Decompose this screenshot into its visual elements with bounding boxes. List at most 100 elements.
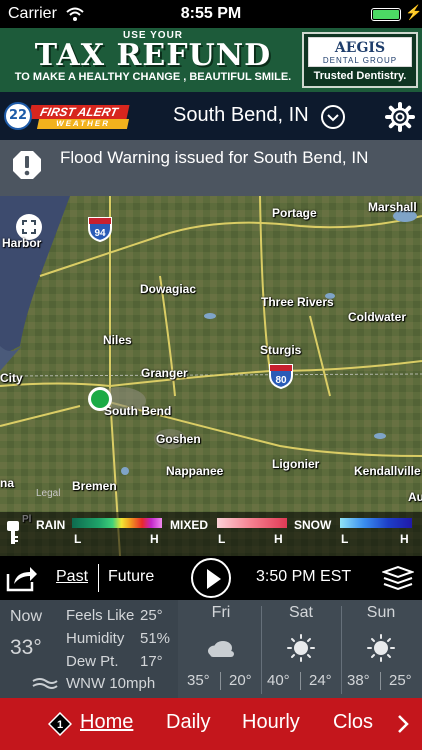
charging-icon: ⚡ xyxy=(405,4,422,20)
legend-snow-low: L xyxy=(341,532,349,546)
forecast-day[interactable]: Sat 40° 24° xyxy=(261,600,341,698)
forecast-high: 35° xyxy=(187,672,210,689)
legend-rain-label: RAIN xyxy=(36,518,66,532)
legend-snow-high: H xyxy=(400,532,409,546)
status-bar: Carrier 8:55 PM ⚡ xyxy=(0,0,422,28)
nav-closings[interactable]: Clos xyxy=(333,711,373,734)
legend-mixed-low: L xyxy=(218,532,226,546)
city-label: Coldwater xyxy=(348,310,407,324)
logo-line1: FIRST ALERT xyxy=(28,105,130,119)
play-icon xyxy=(207,569,221,589)
forecast-day-name: Sun xyxy=(366,604,396,621)
nav-home[interactable]: Home xyxy=(80,711,133,734)
current-temperature: 33° xyxy=(10,636,42,659)
radar-map[interactable]: 94 80 Portage Marshall Harbor Dowagiac T… xyxy=(0,196,422,556)
city-label: Goshen xyxy=(156,432,201,446)
wind-value: WNW 10mph xyxy=(66,675,156,692)
legal-link[interactable]: Legal xyxy=(36,488,60,499)
ad-tagline: TO MAKE A HEALTHY CHANGE , BEAUTIFUL SMI… xyxy=(14,71,292,83)
chevron-right-icon[interactable] xyxy=(396,713,410,735)
forecast-day[interactable]: Sun 38° 25° xyxy=(341,600,421,698)
city-label: Portage xyxy=(272,206,317,220)
city-label: Harbor xyxy=(2,236,42,250)
share-icon[interactable] xyxy=(6,564,38,592)
city-label: Nappanee xyxy=(166,464,224,478)
sunny-icon xyxy=(367,634,395,662)
nav-daily[interactable]: Daily xyxy=(166,711,210,734)
radar-timestamp: 3:50 PM EST xyxy=(256,568,352,585)
radar-controls: Past Future 3:50 PM EST xyxy=(0,556,422,600)
city-label: Sturgis xyxy=(260,343,302,357)
map-terrain xyxy=(0,196,422,556)
forecast-day[interactable]: Fri 35° 20° xyxy=(181,600,261,698)
now-label: Now xyxy=(10,608,43,625)
city-label: Three Rivers xyxy=(261,295,334,309)
city-label: Ligonier xyxy=(272,457,320,471)
nav-hourly[interactable]: Hourly xyxy=(242,711,300,734)
weather-alert-banner[interactable]: Flood Warning issued for South Bend, IN xyxy=(0,140,422,196)
city-label: Bremen xyxy=(72,479,117,493)
interstate-80-icon: 80 xyxy=(269,364,293,389)
humidity-value: 51% xyxy=(140,630,171,647)
dew-point-value: 17° xyxy=(140,653,163,670)
city-label: Marshall xyxy=(368,200,417,214)
legend-mixed-bar xyxy=(217,518,287,528)
ad-brand-sub: DENTAL GROUP xyxy=(322,56,398,65)
wind-icon xyxy=(32,678,58,689)
ad-brand: AEGIS xyxy=(334,40,386,56)
city-label: Dowagiac xyxy=(140,282,197,296)
gear-icon[interactable] xyxy=(385,102,415,132)
humidity-label: Humidity xyxy=(66,630,125,647)
city-label: Au xyxy=(408,490,422,504)
app-header: FIRST ALERT WEATHER 22 South Bend, IN xyxy=(0,92,422,140)
ad-headline: TAX REFUND xyxy=(34,38,272,73)
current-conditions[interactable]: Now 33° Feels Like 25° Humidity 51% Dew … xyxy=(0,600,178,698)
cloudy-icon xyxy=(208,641,234,657)
interstate-80-label: 80 xyxy=(275,375,287,386)
toggle-divider xyxy=(98,564,99,592)
legend-snow-bar xyxy=(340,518,412,528)
ad-text: USE YOUR TAX REFUND TO MAKE A HEALTHY CH… xyxy=(10,30,296,90)
location-selector[interactable]: South Bend, IN xyxy=(173,104,309,127)
future-toggle[interactable]: Future xyxy=(108,568,154,586)
feels-like-label: Feels Like xyxy=(66,607,135,624)
forecast-high: 38° xyxy=(347,672,370,689)
radar-legend: RAIN L H MIXED L H SNOW L H xyxy=(0,512,422,556)
forecast-day-name: Fri xyxy=(211,604,231,621)
logo-line2: WEATHER xyxy=(36,119,130,129)
forecast-low: 24° xyxy=(309,672,332,689)
interstate-94-label: 94 xyxy=(94,228,106,239)
city-label: na xyxy=(0,476,15,490)
legend-rain-low: L xyxy=(74,532,82,546)
ad-logo: AEGIS DENTAL GROUP Trusted Dentistry. xyxy=(302,32,418,88)
interstate-94-icon: 94 xyxy=(88,217,112,242)
city-label: Granger xyxy=(141,366,188,380)
forecast-low: 25° xyxy=(389,672,412,689)
dew-point-label: Dew Pt. xyxy=(66,653,119,670)
legend-mixed-label: MIXED xyxy=(170,518,209,532)
city-label: South Bend xyxy=(104,404,172,418)
key-icon[interactable] xyxy=(6,520,20,546)
svg-text:1: 1 xyxy=(57,719,63,731)
past-toggle[interactable]: Past xyxy=(56,568,88,586)
status-time: 8:55 PM xyxy=(180,5,242,22)
conditions-panel: Now 33° Feels Like 25° Humidity 51% Dew … xyxy=(0,600,422,698)
battery-icon xyxy=(371,8,401,21)
layers-icon[interactable] xyxy=(382,564,414,592)
forecast-high: 40° xyxy=(267,672,290,689)
play-button[interactable] xyxy=(191,558,231,598)
legend-rain-high: H xyxy=(150,532,159,546)
forecast-low: 20° xyxy=(229,672,252,689)
bottom-nav: 1 Home Daily Hourly Clos xyxy=(0,698,422,750)
current-location-pin[interactable] xyxy=(88,387,112,411)
chevron-down-icon[interactable] xyxy=(321,105,345,129)
forecast-day-name: Sat xyxy=(288,604,313,621)
sunny-icon xyxy=(287,634,315,662)
legend-mixed-high: H xyxy=(274,532,283,546)
ad-banner[interactable]: USE YOUR TAX REFUND TO MAKE A HEALTHY CH… xyxy=(0,28,422,92)
home-icon[interactable]: 1 xyxy=(48,712,72,736)
first-alert-logo: FIRST ALERT WEATHER 22 xyxy=(4,102,130,130)
ad-trusted: Trusted Dentistry. xyxy=(313,70,407,82)
city-label: Niles xyxy=(103,333,132,347)
city-label: City xyxy=(0,371,23,385)
